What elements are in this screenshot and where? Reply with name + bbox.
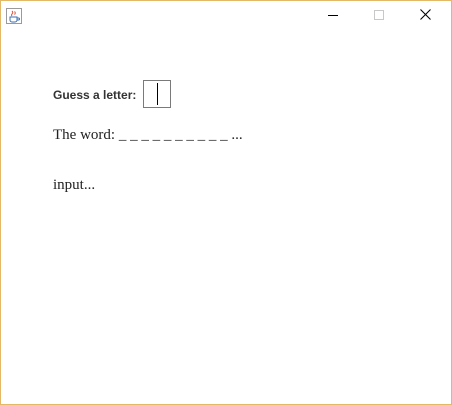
close-button[interactable] <box>402 1 448 31</box>
text-caret <box>157 83 158 105</box>
maximize-button[interactable] <box>356 1 402 31</box>
word-display: The word: _ _ _ _ _ _ _ _ _ _ ... <box>53 127 243 144</box>
minimize-button[interactable] <box>310 1 356 31</box>
maximize-icon <box>374 7 384 25</box>
masked-word: _ _ _ _ _ _ _ _ _ _ <box>118 127 228 143</box>
title-bar[interactable] <box>1 1 451 31</box>
guess-letter-label: Guess a letter: <box>53 88 137 102</box>
letter-input[interactable] <box>143 80 171 108</box>
minimize-icon <box>328 7 338 25</box>
status-text: input... <box>53 177 96 193</box>
close-icon <box>419 7 431 25</box>
word-prefix: The word: <box>53 127 116 143</box>
java-cup-icon[interactable] <box>6 8 22 24</box>
content-pane: Guess a letter: The word: _ _ _ _ _ _ _ … <box>1 31 451 404</box>
game-window: Guess a letter: The word: _ _ _ _ _ _ _ … <box>0 0 452 405</box>
word-suffix: ... <box>231 127 243 143</box>
